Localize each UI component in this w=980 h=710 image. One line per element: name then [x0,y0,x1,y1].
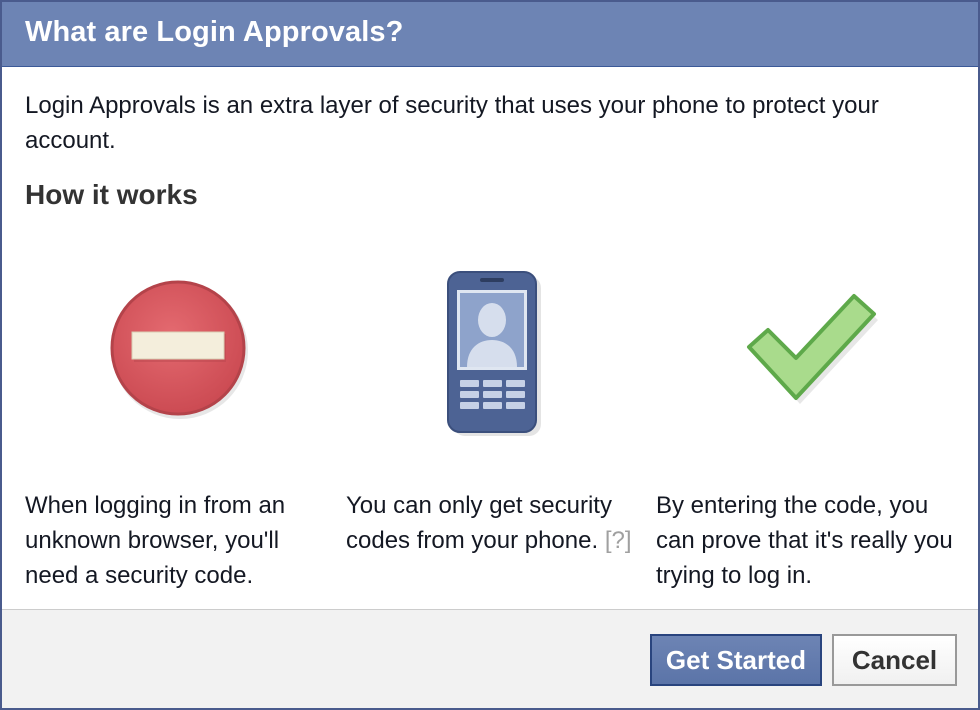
dialog-footer: Get Started Cancel [2,609,978,708]
login-approvals-dialog: What are Login Approvals? Login Approval… [0,0,980,710]
section-heading: How it works [25,179,198,210]
step-text-3: By entering the code, you can prove that… [656,492,953,589]
help-link[interactable]: [?] [605,527,632,554]
checkmark-icon [742,290,887,412]
get-started-button[interactable]: Get Started [650,634,822,686]
intro-text: Login Approvals is an extra layer of sec… [25,92,879,154]
step-text-2-body: You can only get security codes from you… [346,492,612,554]
no-entry-icon [107,278,252,423]
dialog-titlebar: What are Login Approvals? [2,2,978,67]
cancel-button[interactable]: Cancel [832,634,957,686]
phone-icon [445,270,545,438]
dialog-title: What are Login Approvals? [25,16,404,48]
step-text-1: When logging in from an unknown browser,… [25,492,286,589]
step-text-2: You can only get security codes from you… [346,488,646,558]
